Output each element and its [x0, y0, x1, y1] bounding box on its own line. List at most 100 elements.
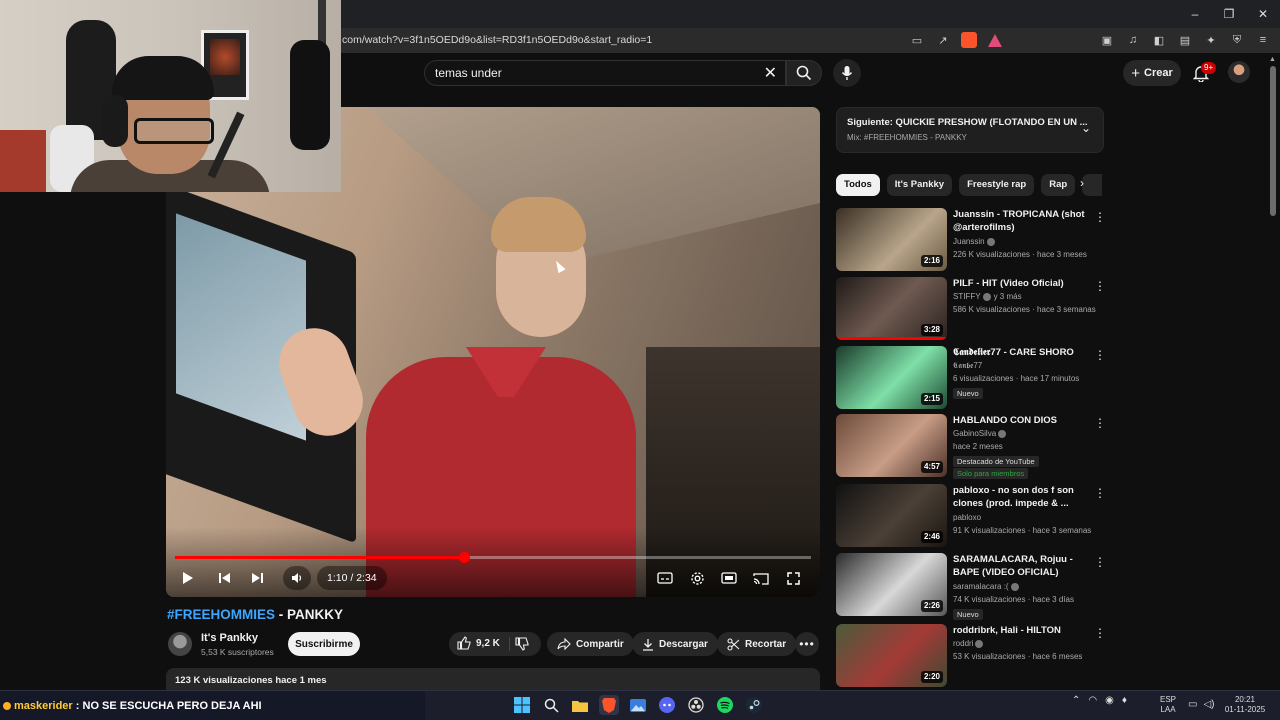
video-thumbnail[interactable]: 2:46 [836, 484, 947, 547]
recommendation-item[interactable]: 3:28 PILF - HIT (Video Oficial) STIFFY y 3 … [836, 277, 1116, 341]
recommendation-item[interactable]: 2:20 roddribrk, Hali - HILTON roddri 53 K v… [836, 624, 1116, 688]
previous-button[interactable] [212, 565, 236, 591]
scrollbar-thumb[interactable] [1270, 66, 1276, 216]
dislike-button[interactable] [515, 637, 529, 656]
more-vertical-icon[interactable]: ⋮ [1094, 555, 1106, 569]
search-button[interactable] [786, 60, 822, 86]
voice-search-button[interactable] [833, 59, 861, 87]
like-button[interactable]: 9,2 K [457, 636, 500, 650]
recommendation-title[interactable]: 𝕮𝖆𝖓𝖉𝖊𝖑𝖎𝖊𝖗77 - CARE SHORO [953, 346, 1091, 359]
microphone-tray-icon[interactable]: ♦ [1122, 695, 1127, 706]
up-next-panel[interactable]: Siguiente: QUICKIE PRESHOW (FLOTANDO EN … [836, 107, 1104, 153]
subtitles-button[interactable] [653, 565, 677, 591]
sidebar-icon[interactable]: ◧ [1150, 31, 1168, 49]
recommendation-channel[interactable]: STIFFY y 3 más [953, 292, 1022, 301]
recommendation-channel[interactable]: pabloxo [953, 513, 981, 522]
search-taskbar-icon[interactable] [541, 695, 561, 715]
reader-mode-icon[interactable]: ▣ [1098, 31, 1116, 49]
play-button[interactable] [176, 565, 200, 591]
brave-shield-icon[interactable] [960, 31, 978, 49]
more-vertical-icon[interactable]: ⋮ [1094, 486, 1106, 500]
clear-search-icon[interactable]: ✕ [764, 63, 777, 83]
minimize-icon[interactable]: – [1178, 0, 1212, 28]
account-avatar[interactable] [1228, 61, 1250, 83]
recommendation-title[interactable]: SARAMALACARA, Rojuu - BAPE (VIDEO OFICIA… [953, 553, 1091, 579]
speaker-icon[interactable]: ◁) [1203, 699, 1214, 710]
media-icon[interactable]: ♫ [1124, 31, 1142, 49]
video-thumbnail[interactable]: 4:57 [836, 414, 947, 477]
menu-icon[interactable]: ≡ [1254, 31, 1272, 49]
file-explorer-icon[interactable] [570, 695, 590, 715]
filter-chip[interactable]: Freestyle rap [959, 174, 1035, 196]
recommendation-channel[interactable]: Juanssin [953, 237, 995, 246]
recommendation-item[interactable]: 2:26 SARAMALACARA, Rojuu - BAPE (VIDEO OF… [836, 553, 1116, 620]
screen-capture-icon[interactable]: ▭ [908, 31, 926, 49]
more-vertical-icon[interactable]: ⋮ [1094, 626, 1106, 640]
recommendation-title[interactable]: roddribrk, Hali - HILTON [953, 624, 1091, 637]
recommendation-title[interactable]: Juanssin - TROPICANA (shot @arterofilms) [953, 208, 1091, 234]
recommendation-channel[interactable]: 𝕮𝖆𝖓𝖇𝖊77 [953, 361, 982, 371]
spotify-icon[interactable] [715, 695, 735, 715]
windows-start-icon[interactable] [512, 695, 532, 715]
clock[interactable]: 20:21 01-11-2025 [1222, 695, 1268, 715]
progress-bar[interactable] [175, 552, 811, 563]
url-field[interactable]: com/watch?v=3f1n5OEDd9o&list=RD3f1n5OEDd… [342, 34, 652, 46]
mute-button[interactable] [283, 566, 311, 590]
more-vertical-icon[interactable]: ⋮ [1094, 416, 1106, 430]
discord-icon[interactable] [657, 695, 677, 715]
leo-ai-icon[interactable]: ✦ [1202, 31, 1220, 49]
share-button[interactable]: Compartir [547, 632, 634, 656]
vpn-icon[interactable]: ⛨ [1228, 31, 1246, 49]
subscribe-button[interactable]: Suscribirme [288, 632, 360, 656]
steam-icon[interactable] [744, 695, 764, 715]
recommendation-channel[interactable]: roddri [953, 639, 984, 648]
network-icon[interactable]: ▭ [1188, 699, 1197, 710]
recommendation-item[interactable]: 4:57 HABLANDO CON DIOS GabinoSilva hace 2 m… [836, 414, 1116, 479]
steam-tray-icon[interactable]: ◉ [1105, 695, 1114, 706]
recommendation-item[interactable]: 2:16 Juanssin - TROPICANA (shot @arterofi… [836, 208, 1116, 272]
filter-chip[interactable]: Rap [1041, 174, 1076, 196]
recommendation-channel[interactable]: GabinoSilva [953, 429, 1007, 438]
settings-button[interactable] [685, 565, 709, 591]
scroll-up-arrow-icon[interactable]: ▲ [1269, 56, 1276, 63]
more-actions-button[interactable]: ••• [795, 632, 819, 656]
channel-avatar[interactable] [168, 632, 192, 656]
chevron-right-icon[interactable]: › [1080, 176, 1084, 190]
filter-chip[interactable]: Todos [836, 174, 880, 196]
filter-chip[interactable]: It's Pankky [886, 174, 953, 196]
download-button[interactable]: Descargar [632, 632, 718, 656]
headset-icon[interactable]: ◠ [1088, 695, 1097, 706]
video-thumbnail[interactable]: 2:26 [836, 553, 947, 616]
recommendation-channel[interactable]: saramalacara :( [953, 582, 1019, 591]
obs-icon[interactable] [686, 695, 706, 715]
recommendation-item[interactable]: 2:15 𝕮𝖆𝖓𝖉𝖊𝖑𝖎𝖊𝖗77 - CARE SHORO 𝕮𝖆𝖓𝖇𝖊77 6 vis… [836, 346, 1116, 410]
more-vertical-icon[interactable]: ⋮ [1094, 279, 1106, 293]
close-icon[interactable]: ✕ [1246, 0, 1280, 28]
video-thumbnail[interactable]: 3:28 [836, 277, 947, 340]
restore-icon[interactable]: ❐ [1212, 0, 1246, 28]
fullscreen-button[interactable] [781, 565, 805, 591]
video-thumbnail[interactable]: 2:20 [836, 624, 947, 687]
brave-rewards-icon[interactable] [986, 31, 1004, 49]
description-box[interactable]: 123 K visualizaciones hace 1 mes [166, 668, 820, 692]
create-button[interactable]: + Crear [1123, 60, 1181, 86]
share-icon[interactable]: ↗ [934, 31, 952, 49]
video-thumbnail[interactable]: 2:16 [836, 208, 947, 271]
channel-name[interactable]: It's Pankky [201, 632, 258, 644]
clip-button[interactable]: Recortar [717, 632, 797, 656]
filter-chip-partial[interactable] [1082, 174, 1103, 196]
wallet-icon[interactable]: ▤ [1176, 31, 1194, 49]
recommendation-item[interactable]: 2:46 pabloxo - no son dos f son clones (p… [836, 484, 1116, 548]
search-input[interactable]: temas under ✕ [424, 60, 786, 86]
chevron-down-icon[interactable]: ⌄ [1081, 121, 1091, 135]
tray-overflow-icon[interactable]: ⌃ [1072, 695, 1080, 706]
cast-button[interactable] [749, 565, 773, 591]
next-button[interactable] [245, 565, 269, 591]
input-language[interactable]: ESP LAA [1160, 695, 1176, 715]
photos-icon[interactable] [628, 695, 648, 715]
more-vertical-icon[interactable]: ⋮ [1094, 348, 1106, 362]
recommendation-title[interactable]: pabloxo - no son dos f son clones (prod.… [953, 484, 1091, 510]
video-hashtag[interactable]: #FREEHOMMIES [167, 607, 275, 622]
theater-mode-button[interactable] [717, 565, 741, 591]
recommendation-title[interactable]: PILF - HIT (Video Oficial) [953, 277, 1091, 290]
